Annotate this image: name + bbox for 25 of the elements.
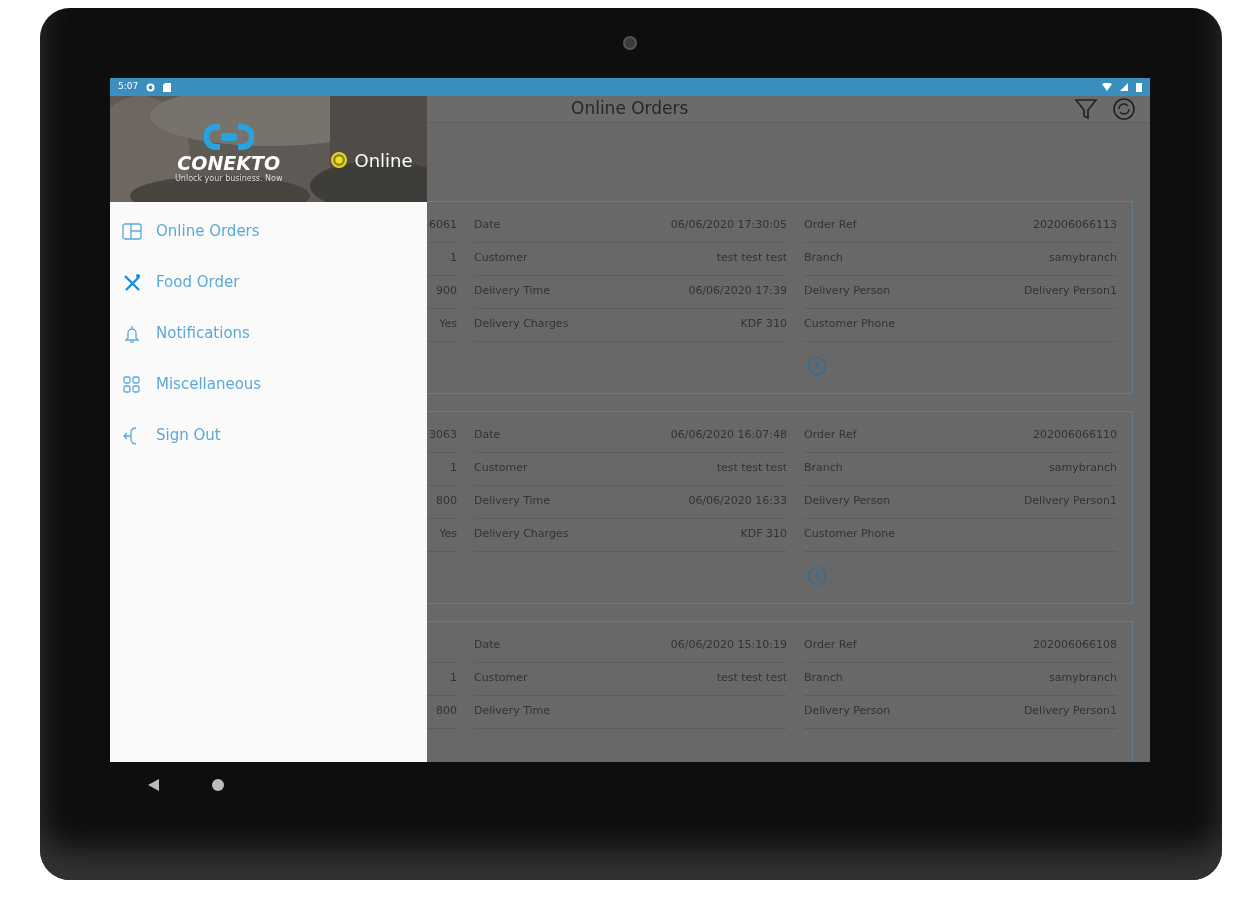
bell-icon xyxy=(122,323,142,344)
status-label: Online xyxy=(354,148,413,173)
drawer-item[interactable]: Notifications xyxy=(110,308,427,359)
brand-name: CONEKTO xyxy=(177,153,281,173)
camera-icon xyxy=(623,36,637,50)
battery-icon xyxy=(1136,82,1142,92)
refresh-icon[interactable] xyxy=(1112,96,1136,121)
drawer-item[interactable]: Miscellaneous xyxy=(110,359,427,410)
drawer-item[interactable]: Food Order xyxy=(110,257,427,308)
app-title: Online Orders xyxy=(571,97,689,120)
tagline: Unlock your business. Now xyxy=(175,172,283,185)
panels-icon xyxy=(122,221,142,242)
logo-icon xyxy=(203,123,254,150)
wifi-icon xyxy=(1102,83,1112,91)
grid-icon xyxy=(122,374,142,395)
gear-icon xyxy=(146,82,156,92)
drawer-item[interactable]: Sign Out xyxy=(110,410,427,461)
sd-card-icon xyxy=(163,82,172,92)
back-icon[interactable] xyxy=(148,779,160,791)
filter-icon[interactable] xyxy=(1074,96,1098,121)
home-icon[interactable] xyxy=(212,779,224,791)
signal-icon xyxy=(1120,83,1128,91)
drawer-item[interactable]: Online Orders xyxy=(110,206,427,257)
cross-icon xyxy=(122,272,142,293)
status-time: 5:07 xyxy=(118,80,139,94)
